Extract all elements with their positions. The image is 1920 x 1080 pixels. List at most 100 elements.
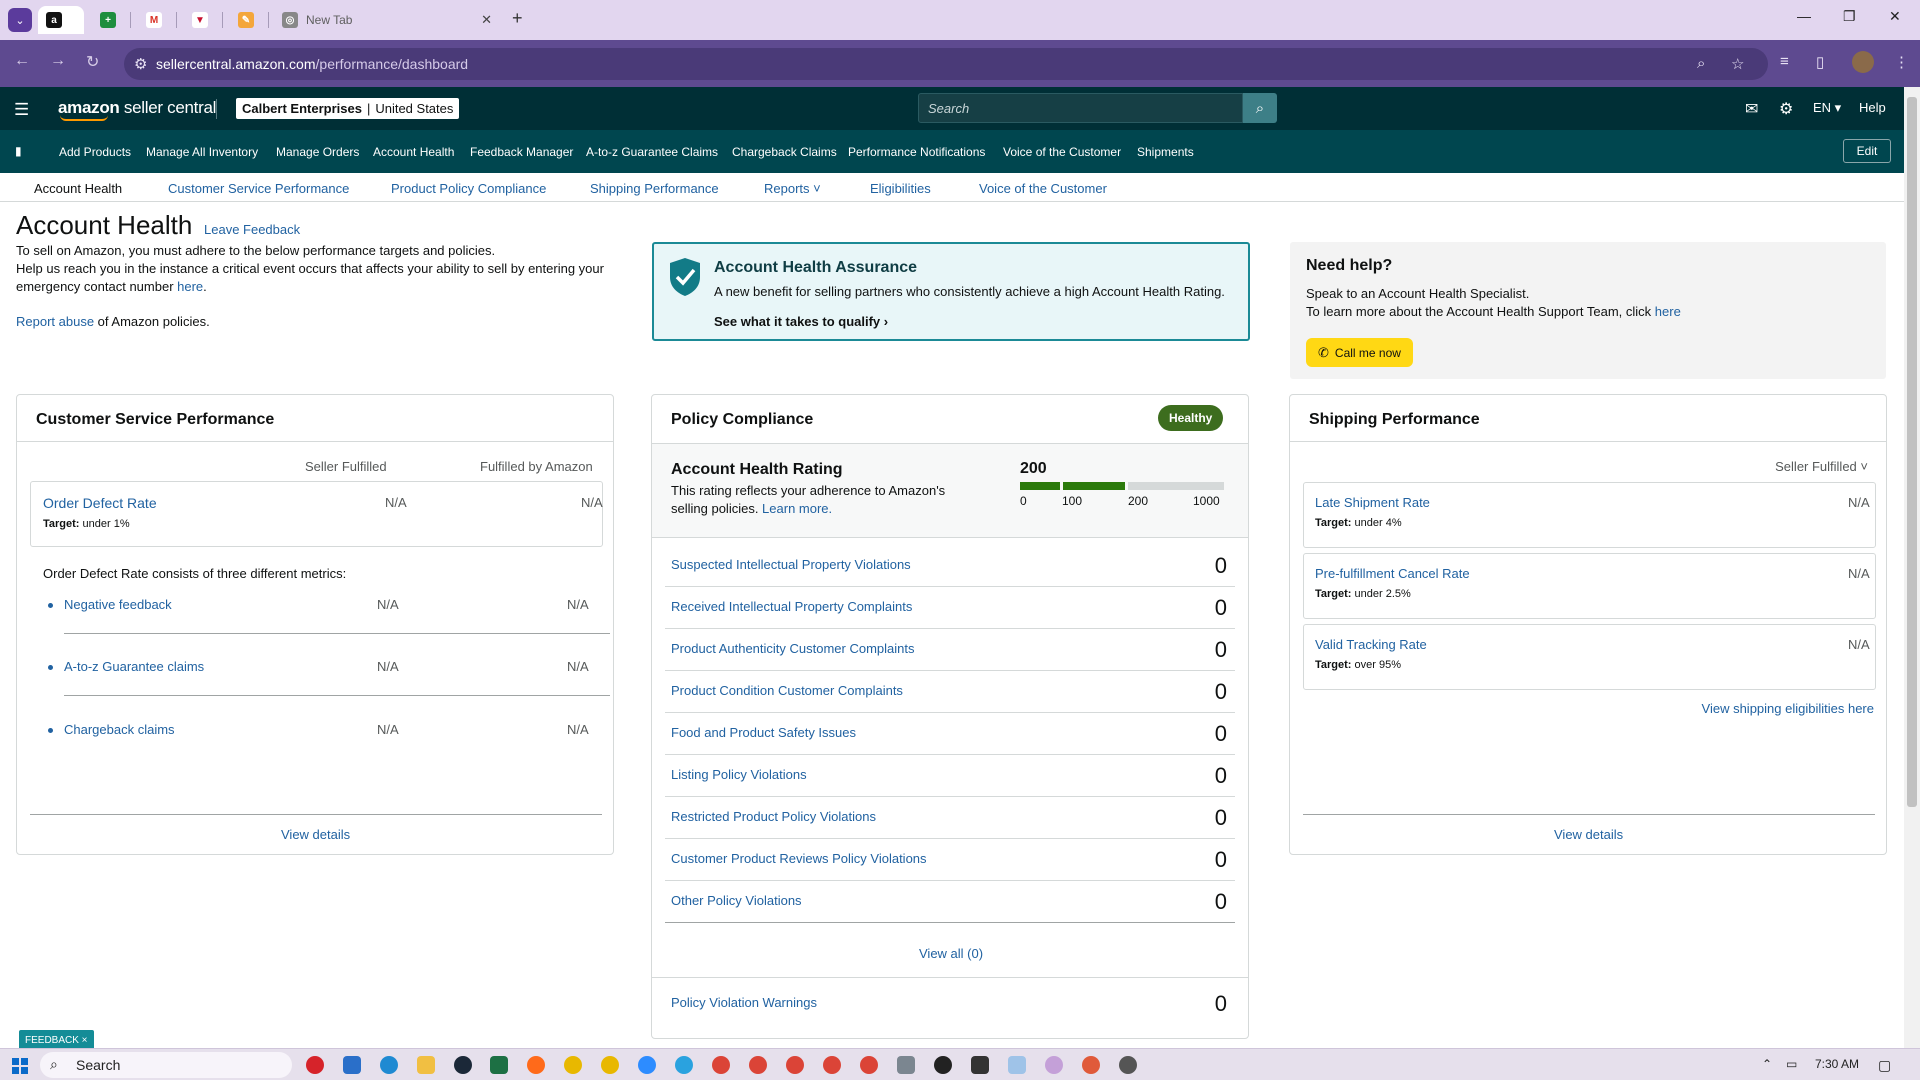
page-scrollbar[interactable] xyxy=(1904,87,1920,1048)
file-manager-icon[interactable] xyxy=(343,1056,361,1074)
notification-icon[interactable]: ▢ xyxy=(1878,1057,1891,1074)
site-info-icon[interactable]: ⚙ xyxy=(134,55,147,73)
app-icon[interactable] xyxy=(1082,1056,1100,1074)
csp-view-details-link[interactable]: View details xyxy=(281,827,350,842)
policy-row-label[interactable]: Listing Policy Violations xyxy=(671,767,807,782)
emergency-contact-link[interactable]: here xyxy=(177,279,203,294)
valid-tracking-rate-link[interactable]: Valid Tracking Rate xyxy=(1315,637,1427,652)
taskbar-clock[interactable]: 7:30 AM xyxy=(1815,1057,1859,1071)
policy-row-label[interactable]: Suspected Intellectual Property Violatio… xyxy=(671,557,911,572)
mail-icon[interactable]: ✉ xyxy=(1745,99,1758,119)
reload-icon[interactable]: ↻ xyxy=(86,52,99,72)
profile-avatar[interactable] xyxy=(1852,51,1874,73)
steam-icon[interactable] xyxy=(454,1056,472,1074)
notepad-icon[interactable] xyxy=(1008,1056,1026,1074)
zoom-icon[interactable]: ⌕ xyxy=(1697,55,1705,72)
taskbar-search-input[interactable]: ⌕ Search xyxy=(40,1052,292,1078)
bookmark-manage-inventory[interactable]: Manage All Inventory xyxy=(146,145,258,159)
close-window-icon[interactable]: ✕ xyxy=(1889,8,1901,25)
gear-icon[interactable]: ⚙ xyxy=(1779,99,1793,119)
bookmark-atoz-claims[interactable]: A-to-z Guarantee Claims xyxy=(586,145,718,159)
chrome-icon[interactable] xyxy=(823,1056,841,1074)
subnav-customer-service[interactable]: Customer Service Performance xyxy=(168,181,349,196)
policy-row-label[interactable]: Product Authenticity Customer Complaints xyxy=(671,641,915,656)
policy-row-label[interactable]: Restricted Product Policy Violations xyxy=(671,809,876,824)
atoz-claims-link[interactable]: A-to-z Guarantee claims xyxy=(64,659,204,674)
policy-warnings-label[interactable]: Policy Violation Warnings xyxy=(671,995,817,1010)
chrome-icon[interactable] xyxy=(749,1056,767,1074)
seller-central-logo[interactable]: amazon seller central xyxy=(58,98,216,121)
chrome-icon[interactable] xyxy=(712,1056,730,1074)
tray-chevron-icon[interactable]: ⌃ xyxy=(1762,1057,1772,1071)
url-field[interactable]: ⚙ sellercentral.amazon.com/performance/d… xyxy=(124,48,1768,80)
search-button[interactable]: ⌕ xyxy=(1243,93,1277,123)
bookmark-account-health[interactable]: Account Health xyxy=(373,145,454,159)
restore-icon[interactable]: ❐ xyxy=(1843,8,1856,25)
calculator-icon[interactable] xyxy=(897,1056,915,1074)
hamburger-menu-icon[interactable]: ☰ xyxy=(14,100,29,120)
chargeback-claims-link[interactable]: Chargeback claims xyxy=(64,722,175,737)
view-shipping-eligibilities-link[interactable]: View shipping eligibilities here xyxy=(1702,701,1874,716)
late-shipment-rate-link[interactable]: Late Shipment Rate xyxy=(1315,495,1430,510)
battery-icon[interactable]: ▭ xyxy=(1786,1057,1797,1071)
bookmark-star-icon[interactable]: ☆ xyxy=(1731,55,1744,73)
tab-new-tab[interactable]: ◎ New Tab ✕ xyxy=(274,6,500,34)
subnav-product-policy[interactable]: Product Policy Compliance xyxy=(391,181,546,196)
scrollbar-thumb[interactable] xyxy=(1907,97,1917,807)
folder-icon[interactable] xyxy=(417,1056,435,1074)
app-icon[interactable] xyxy=(934,1056,952,1074)
app-icon[interactable] xyxy=(971,1056,989,1074)
help-link[interactable]: Help xyxy=(1859,100,1886,115)
app-icon[interactable] xyxy=(306,1056,324,1074)
policy-row-label[interactable]: Food and Product Safety Issues xyxy=(671,725,856,740)
policy-row-label[interactable]: Product Condition Customer Complaints xyxy=(671,683,903,698)
tab-red-v[interactable]: ▼ xyxy=(184,6,218,34)
tab-sheets[interactable]: + xyxy=(92,6,126,34)
subnav-account-health[interactable]: Account Health xyxy=(34,181,122,196)
firefox-icon[interactable] xyxy=(527,1056,545,1074)
shipping-view-details-link[interactable]: View details xyxy=(1554,827,1623,842)
bookmark-shipments[interactable]: Shipments xyxy=(1137,145,1194,159)
leave-feedback-link[interactable]: Leave Feedback xyxy=(204,222,300,237)
ahr-learn-more-link[interactable]: Learn more. xyxy=(762,501,832,516)
prefulfillment-cancel-rate-link[interactable]: Pre-fulfillment Cancel Rate xyxy=(1315,566,1470,581)
minimize-icon[interactable]: — xyxy=(1797,8,1811,24)
tab-tool[interactable]: ✎ xyxy=(230,6,264,34)
bookmark-performance-notifications[interactable]: Performance Notifications xyxy=(848,145,985,159)
subnav-eligibilities[interactable]: Eligibilities xyxy=(870,181,931,196)
bookmark-voice-of-customer[interactable]: Voice of the Customer xyxy=(1003,145,1121,159)
policy-row-label[interactable]: Received Intellectual Property Complaint… xyxy=(671,599,912,614)
telegram-icon[interactable] xyxy=(675,1056,693,1074)
excel-icon[interactable] xyxy=(490,1056,508,1074)
chrome-icon[interactable] xyxy=(564,1056,582,1074)
tab-amazon[interactable]: a xyxy=(38,6,84,34)
assurance-qualify-link[interactable]: See what it takes to qualify › xyxy=(714,314,888,329)
edit-bookmarks-button[interactable]: Edit xyxy=(1843,139,1891,163)
bookmark-chargeback-claims[interactable]: Chargeback Claims xyxy=(732,145,837,159)
view-all-violations-link[interactable]: View all (0) xyxy=(919,946,983,961)
tab-gmail[interactable]: M xyxy=(138,6,172,34)
bookmark-feedback-manager[interactable]: Feedback Manager xyxy=(470,145,573,159)
feedback-tab[interactable]: FEEDBACK × xyxy=(19,1030,94,1050)
chrome-icon[interactable] xyxy=(860,1056,878,1074)
tab-search-icon[interactable]: ⌄ xyxy=(8,8,32,32)
back-icon[interactable]: ← xyxy=(14,52,30,70)
close-icon[interactable]: ✕ xyxy=(481,12,492,28)
fulfillment-filter-dropdown[interactable]: Seller Fulfilled ˅ xyxy=(1775,459,1868,474)
order-defect-rate-link[interactable]: Order Defect Rate xyxy=(43,495,157,511)
policy-row-label[interactable]: Other Policy Violations xyxy=(671,893,802,908)
subnav-voice-of-customer[interactable]: Voice of the Customer xyxy=(979,181,1107,196)
store-selector[interactable]: Calbert Enterprises | United States xyxy=(236,98,460,119)
call-me-now-button[interactable]: ✆ Call me now xyxy=(1306,338,1413,367)
negative-feedback-link[interactable]: Negative feedback xyxy=(64,597,172,612)
report-abuse-link[interactable]: Report abuse xyxy=(16,314,94,329)
search-input[interactable]: Search xyxy=(918,93,1243,123)
chrome-icon[interactable] xyxy=(786,1056,804,1074)
forward-icon[interactable]: → xyxy=(50,52,66,70)
chrome-icon[interactable] xyxy=(601,1056,619,1074)
bookmark-manage-orders[interactable]: Manage Orders xyxy=(276,145,359,159)
zoom-app-icon[interactable] xyxy=(638,1056,656,1074)
app-icon[interactable] xyxy=(1045,1056,1063,1074)
media-icon[interactable]: ≡ xyxy=(1780,53,1789,70)
new-tab-icon[interactable]: + xyxy=(512,8,523,29)
